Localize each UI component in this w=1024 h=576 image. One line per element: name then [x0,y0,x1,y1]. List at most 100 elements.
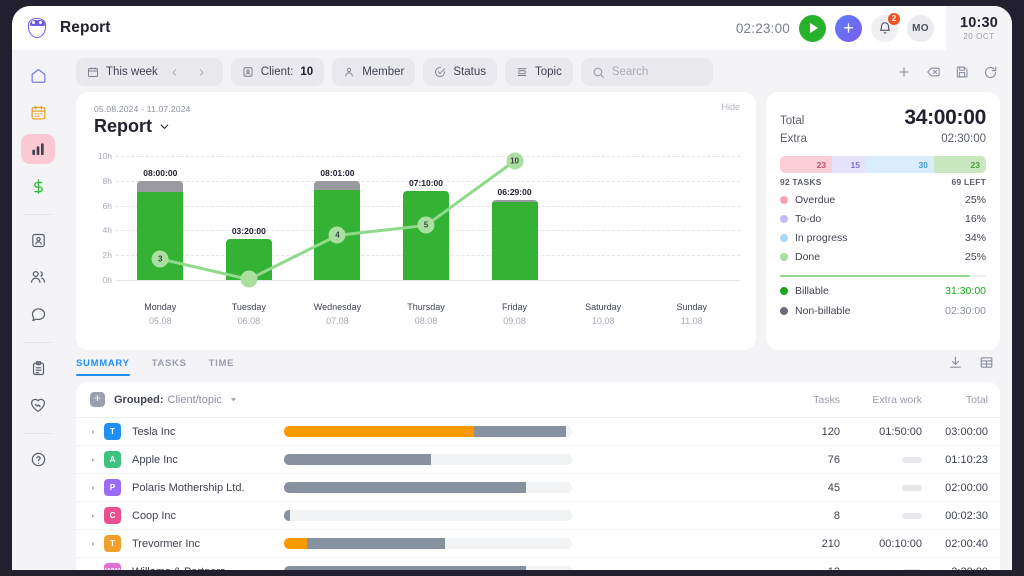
legend-row: Overdue25% [780,194,986,206]
chart-title[interactable]: Report [94,116,170,137]
status-segment-done[interactable]: 23 [934,156,986,173]
expand-row-button[interactable] [90,484,104,492]
start-timer-button[interactable] [799,15,826,42]
tab-tasks[interactable]: TASKS [152,358,187,376]
next-period-button[interactable] [192,61,212,83]
client-filter[interactable]: Client: 10 [231,58,324,86]
expand-row-button[interactable] [90,568,104,571]
add-filter-button[interactable] [897,65,911,79]
billable-value: 31:30:00 [945,285,986,297]
trend-point[interactable]: 5 [418,217,435,234]
clipboard-icon [30,360,47,377]
nonbillable-row: Non-billable 02:30:00 [780,305,986,317]
status-filter[interactable]: Status [423,58,497,86]
sidebar-item-team[interactable] [21,262,55,292]
chart-bar-column[interactable] [647,150,736,300]
table-row[interactable]: TTesla Inc12001:50:0003:00:00 [76,418,1000,446]
sidebar-item-finance[interactable] [21,171,55,201]
hide-chart-button[interactable]: Hide [721,102,740,112]
table-row[interactable]: WWWillams & Partners122:30:00 [76,558,1000,570]
chart-bar-column[interactable] [559,150,648,300]
expand-row-button[interactable] [90,512,104,520]
search-placeholder: Search [612,66,648,78]
x-axis-sublabel: 07.08 [293,316,382,326]
chart-bar-column[interactable]: 08:01:00 [293,150,382,300]
bar-segment-billable [403,191,449,280]
save-button[interactable] [955,65,969,79]
notifications-button[interactable]: 2 [871,15,898,42]
tab-time[interactable]: TIME [209,358,235,376]
chart-bar [492,200,538,280]
legend-label: Overdue [795,194,835,206]
row-progress-bar [284,454,572,465]
sidebar-item-contacts[interactable] [21,225,55,255]
chevron-down-icon[interactable] [229,395,238,404]
extra-value: 02:30:00 [941,133,986,145]
sidebar-item-wellbeing[interactable] [21,390,55,420]
bar-value-label: 06:29:00 [470,187,559,197]
chart-bar-column[interactable]: 06:29:00 [470,150,559,300]
sidebar-divider [25,214,51,215]
table-row[interactable]: CCoop Inc800:02:30 [76,502,1000,530]
download-button[interactable] [948,355,963,370]
clock-date: 20 OCT [963,32,995,41]
status-segment-overdue[interactable]: 23 [780,156,832,173]
prev-period-button[interactable] [165,61,185,83]
client-avatar: WW [104,563,121,570]
sidebar-item-chat[interactable] [21,299,55,329]
sidebar-item-reports[interactable] [21,134,55,164]
task-status-bar[interactable]: 23153023 [780,156,986,173]
summary-extra-row: Extra 02:30:00 [780,133,986,145]
trend-point[interactable]: 3 [152,250,169,267]
sidebar-item-tasks[interactable] [21,353,55,383]
table-view-button[interactable] [979,355,994,370]
status-segment-in-progress[interactable]: 30 [866,156,934,173]
y-axis-tick: 2h [90,250,112,260]
table-row[interactable]: TTrevormer Inc21000:10:0002:00:40 [76,530,1000,558]
status-legend: Overdue25%To-do16%In progress34%Done25% [780,194,986,263]
chart-bar-column[interactable]: 08:00:00 [116,150,205,300]
x-axis-sublabel: 09.08 [470,316,559,326]
trend-point[interactable] [240,271,257,288]
clock-time: 10:30 [960,15,998,31]
people-icon [29,268,47,286]
x-axis-label: Wednesday [293,302,382,312]
status-segment-to-do[interactable]: 15 [832,156,866,173]
client-name: Willams & Partners [132,566,284,571]
progress-segment-total [284,482,526,493]
date-range-filter[interactable]: This week [76,58,223,86]
table-row[interactable]: PPolaris Mothership Ltd.4502:00:00 [76,474,1000,502]
topic-filter[interactable]: Topic [505,58,573,86]
clear-filters-button[interactable] [925,65,941,79]
expand-row-button[interactable] [90,456,104,464]
trend-point[interactable]: 4 [329,227,346,244]
client-avatar: A [104,451,121,468]
expand-row-button[interactable] [90,428,104,436]
filter-bar: This week Client: 10 [64,56,1012,88]
table-body: TTesla Inc12001:50:0003:00:00AApple Inc7… [76,418,1000,570]
tab-summary[interactable]: SUMMARY [76,358,130,376]
column-header-extra-work: Extra work [852,394,922,406]
table-row[interactable]: AApple Inc7601:10:23 [76,446,1000,474]
y-axis-tick: 4h [90,225,112,235]
trend-point[interactable]: 10 [506,152,523,169]
legend-percent: 34% [965,232,986,244]
empty-placeholder [902,513,922,519]
sidebar-item-home[interactable] [21,60,55,90]
avatar[interactable]: MO [907,15,934,42]
plus-icon[interactable]: + [90,392,105,407]
client-filter-label: Client: [261,66,294,78]
chevron-right-icon [90,428,96,436]
member-filter[interactable]: Member [332,58,415,86]
group-by-value: Client/topic [168,394,222,406]
add-button[interactable]: + [835,15,862,42]
search-input[interactable]: Search [581,58,713,86]
refresh-button[interactable] [983,65,998,80]
legend-percent: 25% [965,251,986,263]
sidebar-item-calendar[interactable] [21,97,55,127]
expand-row-button[interactable] [90,540,104,548]
chevron-right-icon [90,512,96,520]
sidebar-item-help[interactable] [21,444,55,474]
summary-table: + Grouped: Client/topic Tasks Extra work… [76,382,1000,570]
x-axis-sublabel: 08.08 [382,316,471,326]
